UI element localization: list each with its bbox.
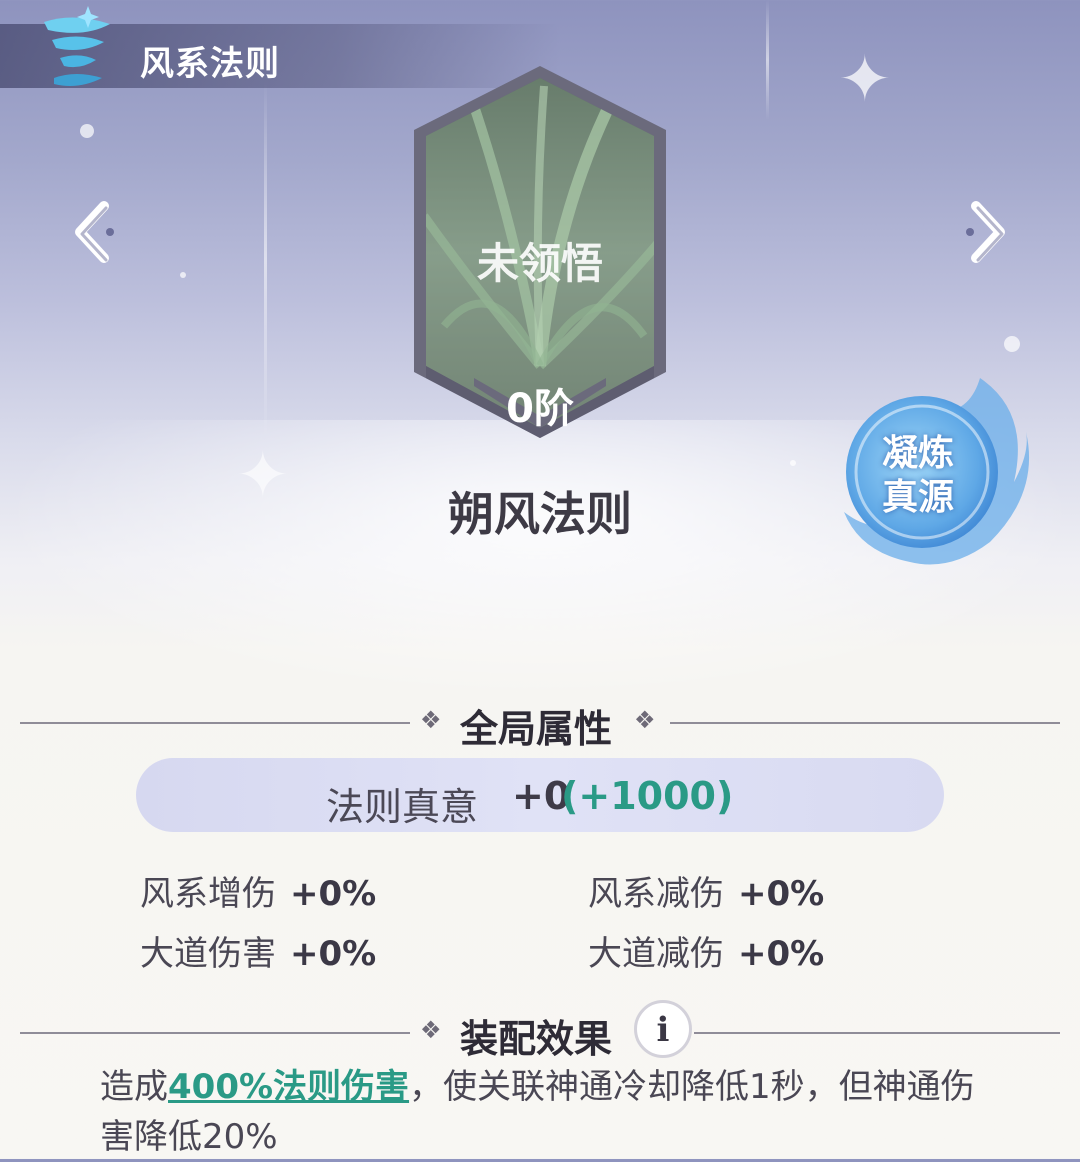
stat-label: 风系增伤 xyxy=(140,874,276,914)
stat-item: 风系减伤 +0% xyxy=(588,866,824,915)
section-title: 装配效果 xyxy=(460,1017,613,1061)
wind-tornado-icon xyxy=(24,4,124,96)
global-attributes-header: ❖ 全局属性 ❖ xyxy=(0,698,1080,751)
divider xyxy=(20,722,410,724)
law-name: 朔风法则 xyxy=(448,487,632,541)
condense-label-line2: 真源 xyxy=(881,477,954,518)
page-title: 风系法则 xyxy=(140,44,280,84)
diamond-icon: ❖ xyxy=(420,706,442,734)
sparkle-icon: ✦ xyxy=(838,43,892,117)
truth-bonus: (+1000) xyxy=(561,774,734,818)
stat-label: 大道伤害 xyxy=(140,934,276,974)
condense-label: 凝炼 真源 xyxy=(862,432,974,520)
star-dot xyxy=(1004,336,1020,352)
star-dot xyxy=(790,460,796,466)
divider xyxy=(694,1032,1060,1034)
law-rank: 0阶 xyxy=(506,386,574,432)
divider xyxy=(20,1032,410,1034)
stat-label: 大道减伤 xyxy=(588,934,724,974)
condense-label-line1: 凝炼 xyxy=(881,433,954,474)
chevron-left-icon xyxy=(75,201,114,263)
section-title: 全局属性 xyxy=(460,707,613,751)
effect-highlight-link[interactable]: 400%法则伤害 xyxy=(168,1067,409,1107)
diamond-icon: ❖ xyxy=(634,706,656,734)
stat-value: +0% xyxy=(290,874,377,914)
sparkle-icon: ✦ xyxy=(236,439,290,513)
stat-value: +0% xyxy=(738,874,825,914)
equip-effect-header: ❖ 装配效果 xyxy=(0,1008,1080,1061)
prev-law-button[interactable] xyxy=(70,200,120,264)
effect-prefix: 造成 xyxy=(100,1067,168,1107)
diamond-icon: ❖ xyxy=(420,1016,442,1044)
stat-value: +0% xyxy=(738,934,825,974)
stat-item: 风系增伤 +0% xyxy=(140,866,376,915)
law-status-text: 未领悟 xyxy=(476,239,603,288)
divider xyxy=(670,722,1060,724)
stat-label: 风系减伤 xyxy=(588,874,724,914)
star-dot xyxy=(80,124,94,138)
light-beam xyxy=(264,80,267,440)
info-icon[interactable]: i xyxy=(634,1000,692,1058)
light-beam xyxy=(766,0,769,120)
star-dot xyxy=(180,272,186,278)
stat-item: 大道减伤 +0% xyxy=(588,926,824,975)
truth-label: 法则真意 xyxy=(326,785,479,829)
next-law-button[interactable] xyxy=(960,200,1010,264)
stat-value: +0% xyxy=(290,934,377,974)
chevron-right-icon xyxy=(966,201,1005,263)
stat-item: 大道伤害 +0% xyxy=(140,926,376,975)
equip-effect-text: 造成400%法则伤害，使关联神通冷却降低1秒，但神通伤害降低20% xyxy=(100,1062,1000,1162)
